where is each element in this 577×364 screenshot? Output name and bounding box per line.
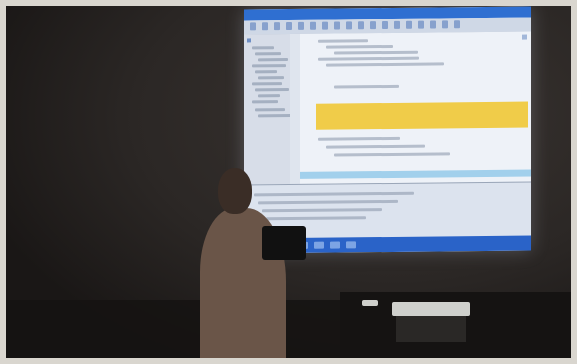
podium — [262, 226, 306, 260]
tree-row — [252, 64, 286, 68]
toolbar-icon — [442, 20, 448, 29]
tree-row — [255, 108, 285, 112]
tree-row — [255, 52, 281, 56]
toolbar-icon — [298, 21, 304, 30]
toolbar-icon — [406, 20, 412, 29]
code-editor — [300, 31, 531, 184]
toolbar-icon — [310, 21, 316, 30]
toolbar-icon — [418, 20, 424, 29]
highlighted-code-block — [316, 101, 528, 130]
tree-row — [258, 76, 284, 80]
tree-row — [252, 82, 282, 86]
toolbar-icon — [346, 21, 352, 30]
tree-row — [258, 58, 288, 62]
tree-row — [252, 100, 278, 104]
code-line — [318, 56, 419, 61]
toolbar-icon — [334, 21, 340, 30]
projector-device — [392, 302, 470, 316]
tree-row — [252, 46, 274, 50]
presenter-head — [218, 168, 252, 214]
code-line — [318, 136, 400, 141]
code-line — [318, 39, 368, 43]
code-line — [334, 84, 399, 89]
toolbar-icon — [370, 21, 376, 30]
toolbar-icon — [394, 20, 400, 29]
cable — [362, 300, 378, 306]
tree-row — [258, 94, 280, 98]
toolbar-icon — [358, 21, 364, 30]
code-line — [334, 50, 418, 55]
toolbar-icon — [382, 20, 388, 30]
selected-line — [300, 169, 531, 179]
toolbar-icon — [322, 21, 328, 30]
toolbar-icon — [454, 20, 460, 29]
code-line — [326, 144, 425, 149]
tree-row — [255, 88, 289, 92]
tree-row — [258, 114, 292, 118]
code-editor-icon — [522, 34, 527, 40]
toolbar-icon — [274, 22, 280, 31]
taskbar-item — [314, 241, 324, 249]
photo-scene — [0, 0, 577, 364]
toolbar-icon — [286, 22, 292, 31]
taskbar-item — [330, 241, 340, 249]
line-gutter — [290, 33, 300, 185]
code-line — [326, 62, 444, 67]
project-tree-icon — [247, 38, 251, 43]
device-base — [396, 316, 466, 342]
toolbar-icon — [430, 20, 436, 29]
code-line — [326, 44, 393, 49]
taskbar-item — [346, 241, 356, 249]
code-line — [334, 152, 450, 157]
tree-row — [255, 70, 277, 74]
toolbar-icon — [262, 22, 268, 31]
presenter — [200, 168, 300, 364]
toolbar-icon — [250, 22, 256, 31]
